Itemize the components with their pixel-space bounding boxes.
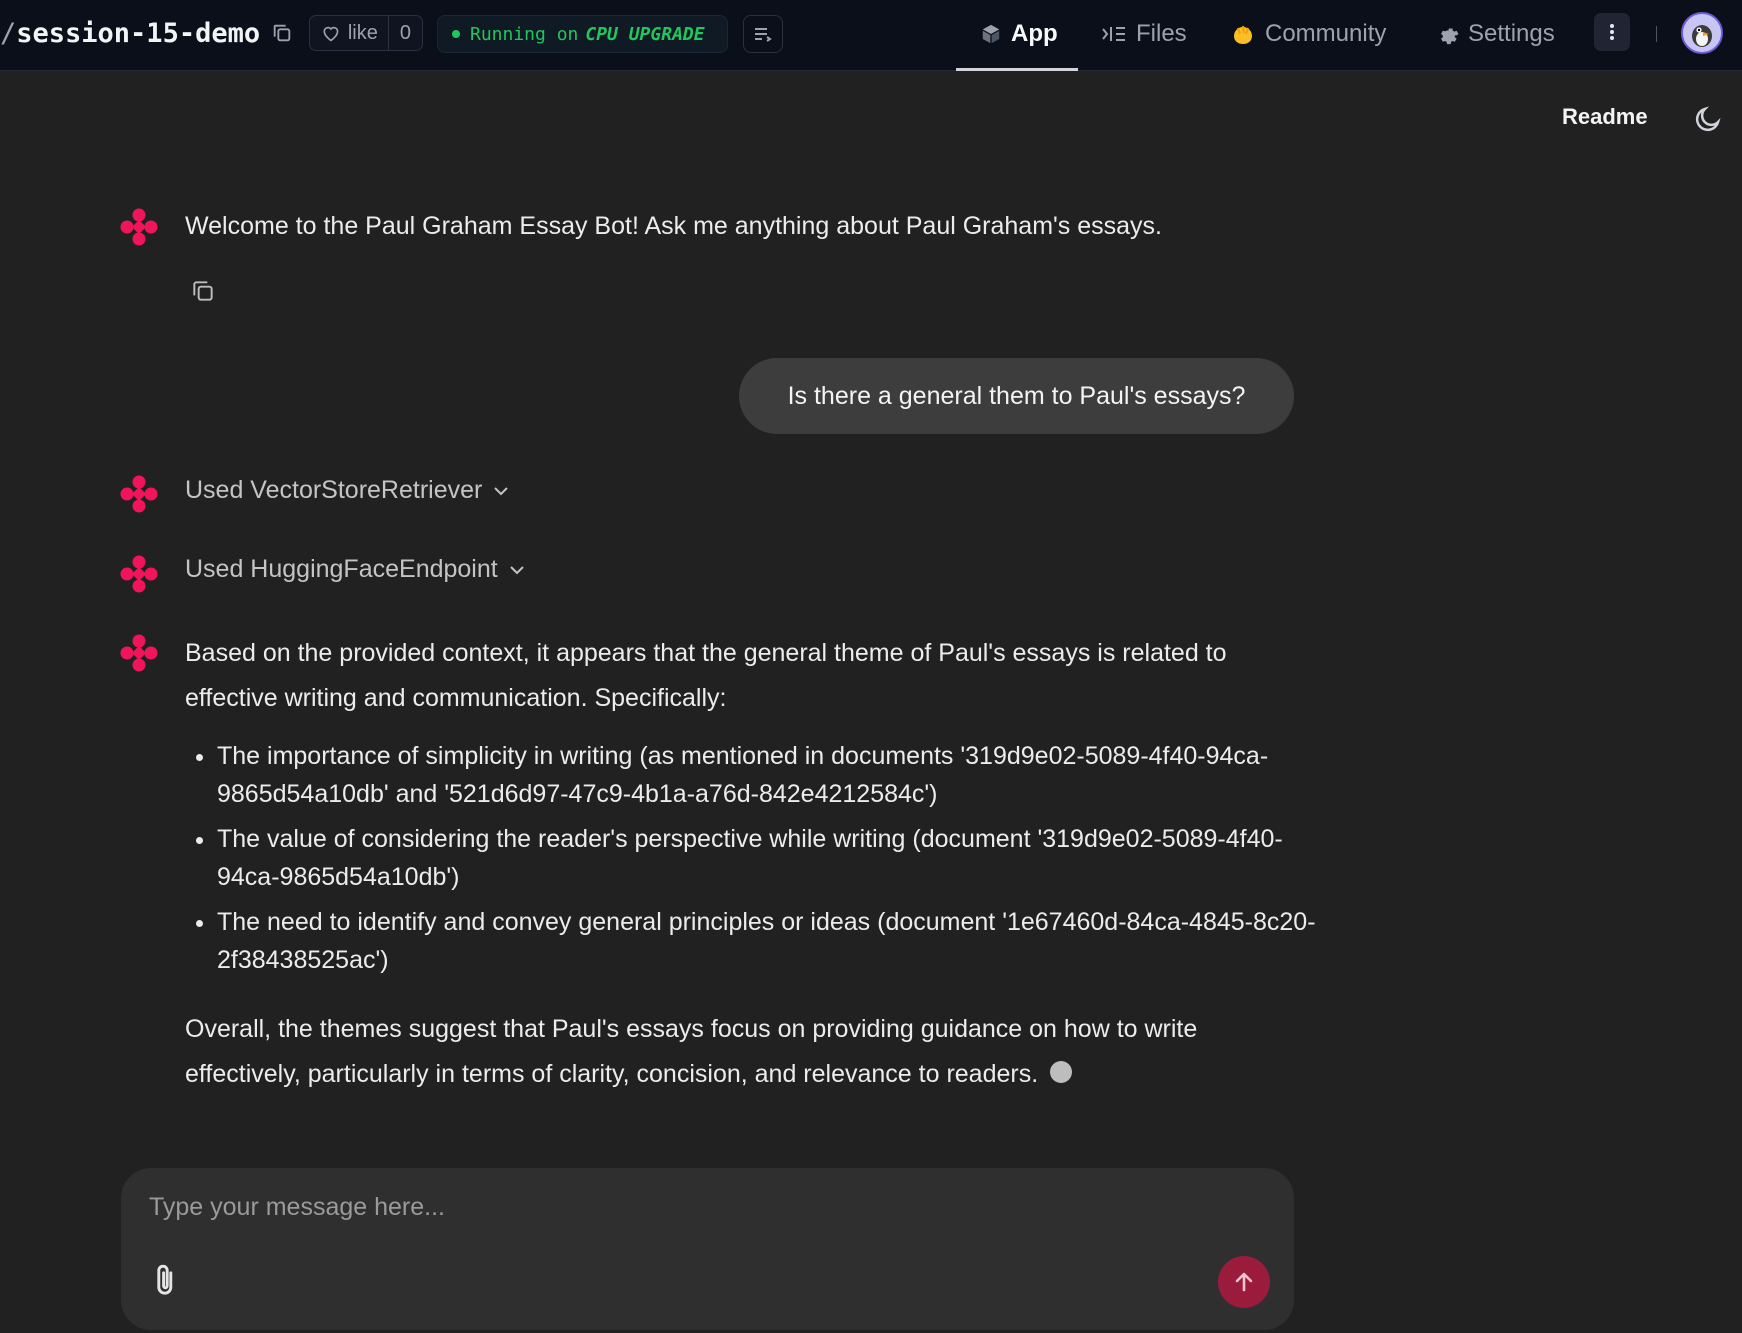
- header-divider: [1656, 26, 1657, 42]
- answer-intro: Based on the provided context, it appear…: [185, 639, 1227, 712]
- files-icon: [1102, 27, 1125, 41]
- list-item: The value of considering the reader's pe…: [217, 820, 1332, 896]
- community-icon: [1234, 25, 1252, 44]
- more-options-button[interactable]: [1594, 13, 1630, 51]
- active-tab-indicator: [956, 68, 1078, 71]
- tool-step-label: Used VectorStoreRetriever: [185, 476, 483, 504]
- bot-logo-icon: [120, 634, 158, 672]
- bot-logo-icon: [120, 208, 158, 246]
- tool-step-vectorstore[interactable]: Used VectorStoreRetriever: [185, 476, 509, 505]
- logs-button[interactable]: [743, 15, 783, 53]
- user-message-bubble: Is there a general them to Paul's essays…: [739, 358, 1294, 434]
- space-status-badge[interactable]: Running on CPU UPGRADE: [437, 15, 728, 53]
- like-button[interactable]: like 0: [309, 15, 423, 51]
- status-dot-icon: [452, 30, 460, 38]
- readme-button[interactable]: Readme: [1562, 104, 1648, 130]
- message-input[interactable]: [147, 1186, 1251, 1228]
- chevron-down-icon: [510, 565, 524, 574]
- tool-step-huggingface[interactable]: Used HuggingFaceEndpoint: [185, 555, 525, 584]
- gear-icon: [1441, 28, 1459, 45]
- space-header: / session-15-demo like 0 Running on CPU U…: [0, 0, 1742, 71]
- message-composer: [121, 1168, 1294, 1330]
- copy-icon[interactable]: [271, 22, 293, 44]
- logs-icon: [755, 28, 772, 42]
- tab-community[interactable]: Community: [1230, 14, 1386, 54]
- user-avatar[interactable]: [1681, 12, 1723, 54]
- send-button[interactable]: [1218, 1256, 1270, 1308]
- repo-slash: /: [0, 17, 17, 49]
- tool-step-label: Used HuggingFaceEndpoint: [185, 555, 498, 583]
- answer-bullet-list: The importance of simplicity in writing …: [185, 737, 1332, 986]
- tab-files[interactable]: Files: [1101, 14, 1187, 54]
- tab-settings[interactable]: Settings: [1437, 14, 1555, 54]
- avatar-icon: [1683, 14, 1721, 52]
- repo-name[interactable]: session-15-demo: [16, 18, 260, 49]
- chevron-down-icon: [494, 486, 509, 495]
- status-text: Running on: [470, 23, 579, 45]
- tab-label: Settings: [1468, 20, 1555, 47]
- copy-icon[interactable]: [190, 278, 216, 304]
- repo-title[interactable]: / session-15-demo: [0, 14, 260, 52]
- welcome-message: Welcome to the Paul Graham Essay Bot! As…: [185, 212, 1163, 240]
- tab-label: Files: [1136, 20, 1187, 47]
- user-message-text: Is there a general them to Paul's essays…: [787, 381, 1246, 410]
- cube-icon: [982, 24, 1000, 44]
- paperclip-icon[interactable]: [151, 1262, 181, 1298]
- status-hardware: CPU UPGRADE: [585, 23, 705, 45]
- list-item: The importance of simplicity in writing …: [217, 737, 1332, 813]
- tab-label: App: [1011, 20, 1058, 47]
- tab-label: Community: [1265, 20, 1387, 47]
- like-label: like: [347, 21, 378, 44]
- like-count: 0: [387, 16, 422, 50]
- arrow-up-icon: [1235, 1272, 1253, 1292]
- streaming-indicator: [1050, 1061, 1073, 1083]
- list-item: The need to identify and convey general …: [217, 903, 1332, 979]
- tab-app[interactable]: App: [980, 14, 1058, 54]
- bot-logo-icon: [120, 475, 158, 513]
- answer-conclusion: Overall, the themes suggest that Paul's …: [185, 1007, 1300, 1097]
- answer-conclusion-text: Overall, the themes suggest that Paul's …: [185, 1015, 1198, 1088]
- moon-icon[interactable]: [1693, 104, 1723, 134]
- vertical-dots-icon: [1610, 24, 1614, 40]
- heart-icon: [323, 26, 339, 42]
- bot-logo-icon: [120, 555, 158, 593]
